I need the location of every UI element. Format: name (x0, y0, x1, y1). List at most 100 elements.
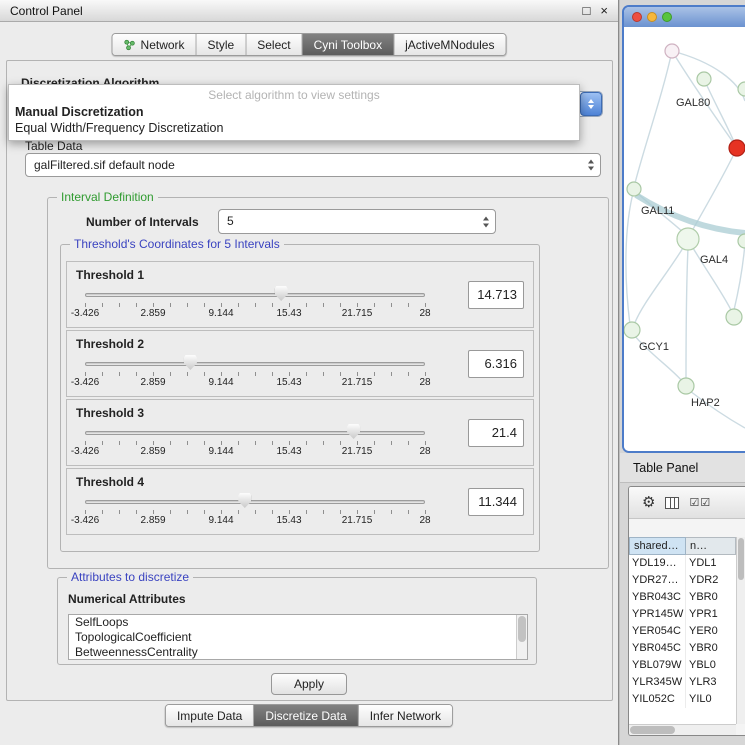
network-node[interactable] (665, 44, 679, 58)
threshold-slider[interactable]: -3.4262.8599.14415.4321.71528 (75, 491, 459, 533)
threshold-slider[interactable]: -3.4262.8599.14415.4321.71528 (75, 422, 459, 464)
close-traffic-light-icon[interactable] (632, 12, 642, 22)
threshold-value-box[interactable]: 6.316 (468, 350, 524, 378)
threshold-panel: Threshold 2 -3.4262.8599.14415.4321.7152… (66, 330, 534, 397)
close-window-icon[interactable]: × (600, 3, 608, 18)
select-columns-icon[interactable]: ☑☑ (689, 496, 711, 509)
algorithm-option-equal-width-frequency-discretization[interactable]: Equal Width/Frequency Discretization (9, 120, 579, 136)
network-node[interactable] (678, 378, 694, 394)
slider-thumb-icon[interactable] (184, 355, 197, 370)
slider-ticks (85, 303, 426, 307)
network-node[interactable] (697, 72, 711, 86)
window-controls: □ × (583, 3, 608, 18)
tick-label: 28 (419, 446, 430, 457)
tick-label: 2.859 (140, 377, 165, 388)
tab-network[interactable]: Network (113, 34, 197, 55)
threshold-value-box[interactable]: 21.4 (468, 419, 524, 447)
table-row[interactable]: YDL19…YDL1 (629, 555, 736, 572)
attributes-list[interactable]: SelfLoopsTopologicalCoefficientBetweenne… (68, 614, 528, 660)
threshold-value-box[interactable]: 14.713 (468, 281, 524, 309)
apply-button[interactable]: Apply (271, 673, 347, 695)
network-node[interactable] (677, 228, 699, 250)
cell-shared-name: YDR27… (629, 572, 686, 589)
tab-infer-network[interactable]: Infer Network (359, 705, 452, 726)
network-window-titlebar[interactable] (624, 7, 745, 27)
table-row[interactable]: YDR27…YDR2 (629, 572, 736, 589)
gear-icon[interactable]: ⚙ (642, 495, 655, 510)
table-panel-header: Table Panel (620, 453, 745, 483)
tab-impute-data[interactable]: Impute Data (166, 705, 254, 726)
table-data-combo[interactable]: galFiltered.sif default node (25, 153, 601, 177)
cyni-toolbox-panel: Discretization Algorithm Table Data galF… (6, 60, 613, 701)
tick-label: -3.426 (71, 515, 99, 526)
control-panel-titlebar[interactable]: Control Panel □ × (0, 0, 618, 22)
node-label: GAL80 (676, 97, 710, 109)
tick-label: 21.715 (342, 515, 373, 526)
threshold-panel: Threshold 1 -3.4262.8599.14415.4321.7152… (66, 261, 534, 328)
table-hscrollbar[interactable] (629, 724, 736, 735)
slider-track[interactable] (85, 500, 425, 504)
slider-track[interactable] (85, 293, 425, 297)
table-row[interactable]: YIL052CYIL0 (629, 691, 736, 708)
scrollbar-thumb[interactable] (630, 726, 675, 734)
attribute-item-selfloops[interactable]: SelfLoops (69, 615, 527, 630)
node-label: GAL11 (641, 205, 674, 217)
threshold-panel: Threshold 3 -3.4262.8599.14415.4321.7152… (66, 399, 534, 466)
selected-network-node[interactable] (729, 140, 745, 156)
algorithm-option-manual-discretization[interactable]: Manual Discretization (9, 104, 579, 120)
network-node[interactable] (726, 309, 742, 325)
column-header-name[interactable]: n… (686, 537, 736, 555)
slider-thumb-icon[interactable] (347, 424, 360, 439)
float-window-icon[interactable]: □ (583, 3, 591, 18)
num-intervals-combo[interactable]: 5 (218, 209, 496, 234)
tab-style[interactable]: Style (197, 34, 247, 55)
table-vscrollbar[interactable] (736, 537, 745, 724)
tick-label: 2.859 (140, 308, 165, 319)
slider-thumb-icon[interactable] (275, 286, 288, 301)
network-node[interactable] (738, 82, 745, 96)
table-row[interactable]: YER054CYER0 (629, 623, 736, 640)
table-row[interactable]: YLR345WYLR3 (629, 674, 736, 691)
slider-track[interactable] (85, 431, 425, 435)
tab-label: Discretize Data (265, 709, 346, 723)
threshold-value-box[interactable]: 11.344 (468, 488, 524, 516)
right-column: GAL80 GAL11 GAL4 GCY1 HAP2 Table Panel ⚙… (620, 0, 745, 745)
attributes-legend: Attributes to discretize (67, 570, 193, 584)
network-node[interactable] (624, 322, 640, 338)
tick-label: 21.715 (342, 446, 373, 457)
table-row[interactable]: YPR145WYPR1 (629, 606, 736, 623)
network-view-window[interactable]: GAL80 GAL11 GAL4 GCY1 HAP2 (622, 5, 745, 453)
tab-discretize-data[interactable]: Discretize Data (254, 705, 358, 726)
tab-cyni-toolbox[interactable]: Cyni Toolbox (303, 34, 394, 55)
combo-stepper-icon[interactable] (580, 92, 602, 116)
tab-select[interactable]: Select (246, 34, 302, 55)
table-row[interactable]: YBL079WYBL0 (629, 657, 736, 674)
network-node[interactable] (627, 182, 641, 196)
attribute-item-topologicalcoefficient[interactable]: TopologicalCoefficient (69, 630, 527, 645)
tick-label: 9.144 (208, 308, 233, 319)
table-row[interactable]: YBR045CYBR0 (629, 640, 736, 657)
attributes-scrollbar[interactable] (516, 615, 527, 659)
attribute-item-betweennesscentrality[interactable]: BetweennessCentrality (69, 645, 527, 660)
minimize-traffic-light-icon[interactable] (647, 12, 657, 22)
table-row[interactable]: YBR043CYBR0 (629, 589, 736, 606)
column-header-shared-name[interactable]: shared… (629, 537, 686, 555)
columns-icon[interactable] (665, 497, 679, 509)
tab-jactivemnodules[interactable]: jActiveMNodules (394, 34, 505, 55)
slider-track[interactable] (85, 362, 425, 366)
scrollbar-thumb[interactable] (518, 616, 526, 642)
slider-thumb-icon[interactable] (238, 493, 251, 508)
network-graph[interactable]: GAL80 GAL11 GAL4 GCY1 HAP2 (624, 27, 745, 451)
node-label: GAL4 (700, 254, 728, 266)
cell-name: YBR0 (686, 640, 736, 657)
table-body[interactable]: YDL19…YDL1YDR27…YDR2YBR043CYBR0YPR145WYP… (629, 555, 736, 724)
zoom-traffic-light-icon[interactable] (662, 12, 672, 22)
algorithm-dropdown: Select algorithm to view settings Manual… (8, 84, 580, 141)
network-node[interactable] (738, 234, 745, 248)
scrollbar-thumb[interactable] (738, 538, 744, 580)
network-canvas[interactable]: GAL80 GAL11 GAL4 GCY1 HAP2 (624, 27, 745, 451)
table-data-label: Table Data (25, 139, 82, 153)
tab-label: Infer Network (370, 709, 441, 723)
threshold-slider[interactable]: -3.4262.8599.14415.4321.71528 (75, 284, 459, 326)
threshold-slider[interactable]: -3.4262.8599.14415.4321.71528 (75, 353, 459, 395)
